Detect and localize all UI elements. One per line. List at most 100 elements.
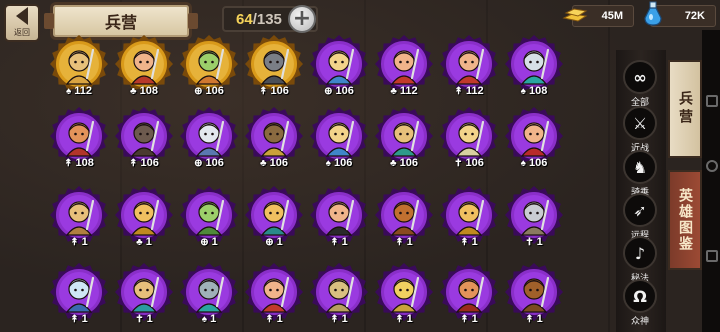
unit-card[interactable]: ↟ 106 xyxy=(243,34,305,100)
unit-count-badge: ✝ 106 xyxy=(438,156,500,170)
unit-count: 112 xyxy=(74,85,93,97)
tab-barracks[interactable]: 兵营 xyxy=(668,60,702,158)
unit-card[interactable]: ↟ 112 xyxy=(438,34,500,100)
unit-card[interactable]: ✝ 1 xyxy=(503,185,565,251)
unit-type-icon: ↟ xyxy=(454,85,463,97)
unit-count: 1 xyxy=(145,236,152,248)
system-back-icon[interactable] xyxy=(706,250,718,262)
unit-card[interactable]: ↟ 1 xyxy=(308,262,370,328)
unit-count: 112 xyxy=(399,85,418,97)
unit-count: 1 xyxy=(406,236,413,248)
unit-type-icon: ↟ xyxy=(395,313,404,325)
unit-count: 108 xyxy=(139,85,158,97)
filter-arcane-button[interactable]: ♪秘法 xyxy=(620,236,660,284)
unit-card[interactable]: ↟ 1 xyxy=(373,185,435,251)
unit-card[interactable]: ♣ 112 xyxy=(373,34,435,100)
unit-card[interactable]: ♠ 108 xyxy=(503,34,565,100)
tab-barracks-label: 兵营 xyxy=(677,91,693,127)
unit-card[interactable]: ⊕ 106 xyxy=(178,106,240,172)
unit-type-icon: ↟ xyxy=(460,313,469,325)
unit-count: 1 xyxy=(276,236,283,248)
filter-melee-icon: ⚔ xyxy=(623,106,657,140)
unit-card[interactable]: ♠ 106 xyxy=(308,106,370,172)
system-circle-icon[interactable] xyxy=(706,160,718,172)
unit-type-icon: ♠ xyxy=(201,313,208,325)
unit-count: 106 xyxy=(270,85,289,97)
filter-ranged-icon: ➶ xyxy=(623,193,657,227)
unit-card[interactable]: ↟ 1 xyxy=(438,185,500,251)
unit-count: 1 xyxy=(341,313,348,325)
gold-bars-icon xyxy=(562,8,588,22)
unit-card[interactable]: ↟ 1 xyxy=(308,185,370,251)
unit-card[interactable]: ↟ 1 xyxy=(503,262,565,328)
unit-card[interactable]: ✝ 106 xyxy=(438,106,500,172)
unit-count: 106 xyxy=(335,85,354,97)
unit-count-badge: ⊕ 106 xyxy=(308,84,370,98)
unit-type-icon: ✝ xyxy=(454,157,463,169)
unit-card[interactable]: ↟ 1 xyxy=(48,262,110,328)
unit-count-badge: ♠ 108 xyxy=(503,84,565,98)
unit-card[interactable]: ♣ 108 xyxy=(113,34,175,100)
unit-count-badge: ⊕ 106 xyxy=(178,84,240,98)
unit-card[interactable]: ↟ 108 xyxy=(48,106,110,172)
unit-card[interactable]: ↟ 1 xyxy=(438,262,500,328)
unit-count: 106 xyxy=(269,157,288,169)
unit-count-badge: ♣ 106 xyxy=(373,156,435,170)
unit-card[interactable]: ♠ 112 xyxy=(48,34,110,100)
unit-count: 106 xyxy=(140,157,159,169)
unit-card[interactable]: ↟ 1 xyxy=(48,185,110,251)
unit-card[interactable]: ⊕ 1 xyxy=(178,185,240,251)
unit-count: 1 xyxy=(146,313,153,325)
unit-count-badge: ♠ 106 xyxy=(503,156,565,170)
unit-count: 1 xyxy=(81,313,88,325)
unit-card[interactable]: ⊕ 1 xyxy=(243,185,305,251)
unit-count: 106 xyxy=(333,157,353,169)
unit-card[interactable]: ♣ 1 xyxy=(113,185,175,251)
unit-count-badge: ♣ 108 xyxy=(113,84,175,98)
unit-card[interactable]: ♣ 106 xyxy=(373,106,435,172)
unit-card[interactable]: ♠ 106 xyxy=(503,106,565,172)
unit-count-badge: ♠ 112 xyxy=(48,84,110,98)
unit-card[interactable]: ♠ 1 xyxy=(178,262,240,328)
unit-count: 112 xyxy=(465,85,484,97)
filter-gods-icon: Ω xyxy=(623,279,657,313)
unit-count-badge: ♠ 106 xyxy=(308,156,370,170)
unit-count-badge: ↟ 1 xyxy=(48,312,110,326)
unit-count-badge: ↟ 106 xyxy=(243,84,305,98)
unit-card[interactable]: ↟ 1 xyxy=(373,262,435,328)
unit-count: 1 xyxy=(536,313,543,325)
unit-count: 1 xyxy=(406,313,413,325)
filter-gods-button[interactable]: Ω 众神 xyxy=(620,279,660,327)
filter-mounted-button[interactable]: ♞骑乘 xyxy=(620,150,660,198)
unit-count-badge: ✝ 1 xyxy=(113,312,175,326)
potion-icon xyxy=(644,1,662,26)
unit-card[interactable]: ⊕ 106 xyxy=(178,34,240,100)
unit-count-badge: ↟ 106 xyxy=(113,156,175,170)
unit-card[interactable]: ✝ 1 xyxy=(113,262,175,328)
unit-type-icon: ⊕ xyxy=(194,157,203,169)
filter-gods-label: 众神 xyxy=(630,317,649,327)
unit-type-icon: ↟ xyxy=(129,157,138,169)
unit-type-icon: ↟ xyxy=(330,236,339,248)
unit-count-badge: ♣ 1 xyxy=(113,235,175,249)
unit-card[interactable]: ⊕ 106 xyxy=(308,34,370,100)
capacity-current: 64 xyxy=(236,10,253,28)
unit-type-icon: ↟ xyxy=(64,157,73,169)
unit-type-icon: ♠ xyxy=(65,85,72,97)
unit-card[interactable]: ↟ 106 xyxy=(113,106,175,172)
add-capacity-button[interactable]: + xyxy=(288,5,316,33)
unit-type-icon: ⊕ xyxy=(324,85,333,97)
filter-melee-button[interactable]: ⚔ 近战 xyxy=(620,106,660,154)
unit-type-icon: ⊕ xyxy=(194,85,203,97)
unit-card[interactable]: ♣ 106 xyxy=(243,106,305,172)
unit-card[interactable]: ↟ 1 xyxy=(243,262,305,328)
filter-ranged-button[interactable]: ➶远程 xyxy=(620,193,660,241)
tab-hero-codex[interactable]: 英雄图鉴 xyxy=(668,170,702,270)
unit-count-badge: ↟ 1 xyxy=(438,235,500,249)
back-button[interactable]: 返回 xyxy=(4,4,40,42)
filter-all-button[interactable]: ∞ 全部 xyxy=(620,60,660,108)
unit-count-badge: ↟ 1 xyxy=(243,312,305,326)
gold-value: 45M xyxy=(601,10,623,22)
unit-count-badge: ↟ 112 xyxy=(438,84,500,98)
system-square-icon[interactable] xyxy=(706,95,718,107)
